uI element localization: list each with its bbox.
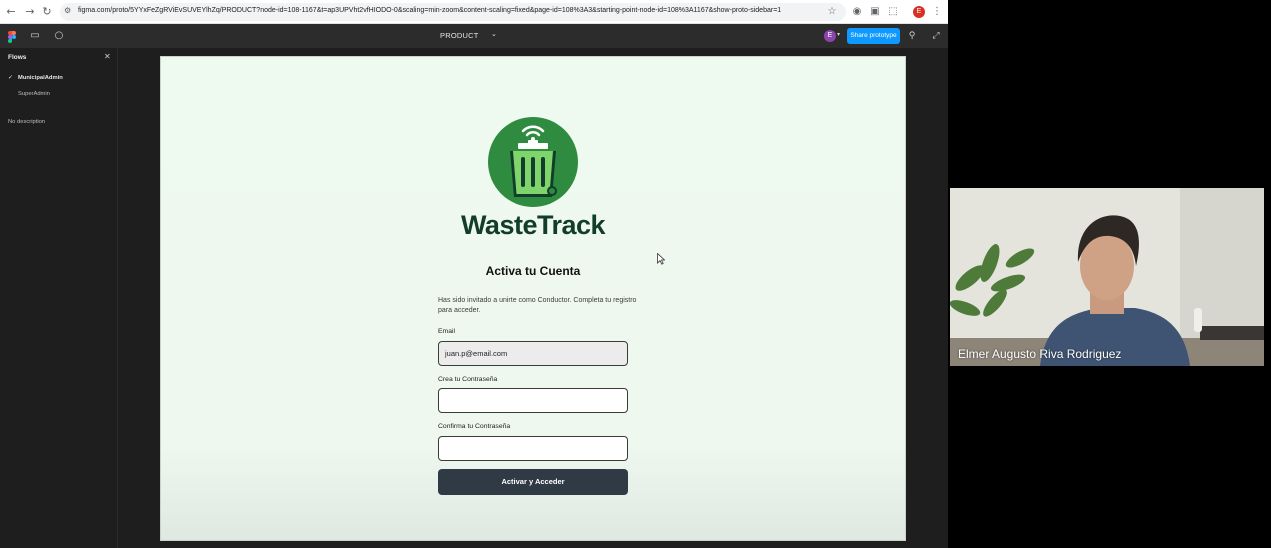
flow-description: No description xyxy=(8,119,46,125)
password-field[interactable] xyxy=(438,388,628,413)
invite-description: Has sido invitado a unirte como Conducto… xyxy=(438,297,637,314)
confirm-password-field[interactable] xyxy=(438,436,628,461)
chevron-down-icon[interactable]: ⌄ xyxy=(491,30,497,38)
trash-can-wifi-icon xyxy=(510,125,557,197)
extensions-puzzle-icon[interactable]: ⬚ xyxy=(886,5,900,19)
fullscreen-icon[interactable]: ⤢ xyxy=(930,30,942,42)
browser-profile-avatar[interactable]: E xyxy=(913,6,925,18)
translate-icon[interactable]: ▣ xyxy=(868,5,882,19)
flow-item-superadmin[interactable]: SuperAdmin xyxy=(18,91,50,97)
sidebar-title: Flows xyxy=(8,54,27,61)
comment-icon[interactable]: ○ xyxy=(52,29,66,43)
email-label: Email xyxy=(438,328,455,335)
check-icon: ✓ xyxy=(8,74,14,81)
forward-icon[interactable]: → xyxy=(24,6,36,18)
mouse-cursor-icon xyxy=(657,253,665,265)
options-icon[interactable]: ⚲ xyxy=(906,30,918,42)
participant-name: Elmer Augusto Riva Rodriguez xyxy=(958,347,1122,361)
page-title: Activa tu Cuenta xyxy=(485,264,581,278)
back-icon[interactable]: ← xyxy=(5,6,17,18)
share-prototype-button[interactable]: Share prototype xyxy=(847,28,900,44)
extension-icon[interactable]: ◉ xyxy=(850,5,864,19)
bookmark-star-icon[interactable]: ☆ xyxy=(825,5,839,19)
brand-name: WasteTrack xyxy=(460,210,606,240)
figma-logo-icon[interactable] xyxy=(8,31,16,43)
url-text[interactable]: figma.com/proto/5YYxFeZgRViEvSUVEYlhZq/P… xyxy=(78,7,781,14)
page-name[interactable]: PRODUCT xyxy=(440,31,478,40)
password-label: Crea tu Contraseña xyxy=(438,376,498,383)
site-info-icon[interactable]: ⚙ xyxy=(64,6,72,16)
user-avatar[interactable]: E xyxy=(824,30,836,42)
webcam-video xyxy=(950,188,1264,366)
webcam-person-image xyxy=(950,188,1264,366)
confirm-password-label: Confirma tu Contraseña xyxy=(438,423,511,430)
close-icon[interactable]: ✕ xyxy=(104,52,111,61)
flow-item-municipaladmin[interactable]: MunicipalAdmin xyxy=(18,75,63,81)
reload-icon[interactable]: ↻ xyxy=(41,6,53,18)
activate-submit-button[interactable]: Activar y Acceder xyxy=(438,469,628,495)
browser-menu-icon[interactable]: ⋮ xyxy=(930,5,944,19)
email-value: juan.p@email.com xyxy=(445,349,508,358)
chevron-down-icon[interactable]: ▾ xyxy=(837,31,840,38)
sidebar-toggle-icon[interactable]: ▭ xyxy=(28,29,42,43)
